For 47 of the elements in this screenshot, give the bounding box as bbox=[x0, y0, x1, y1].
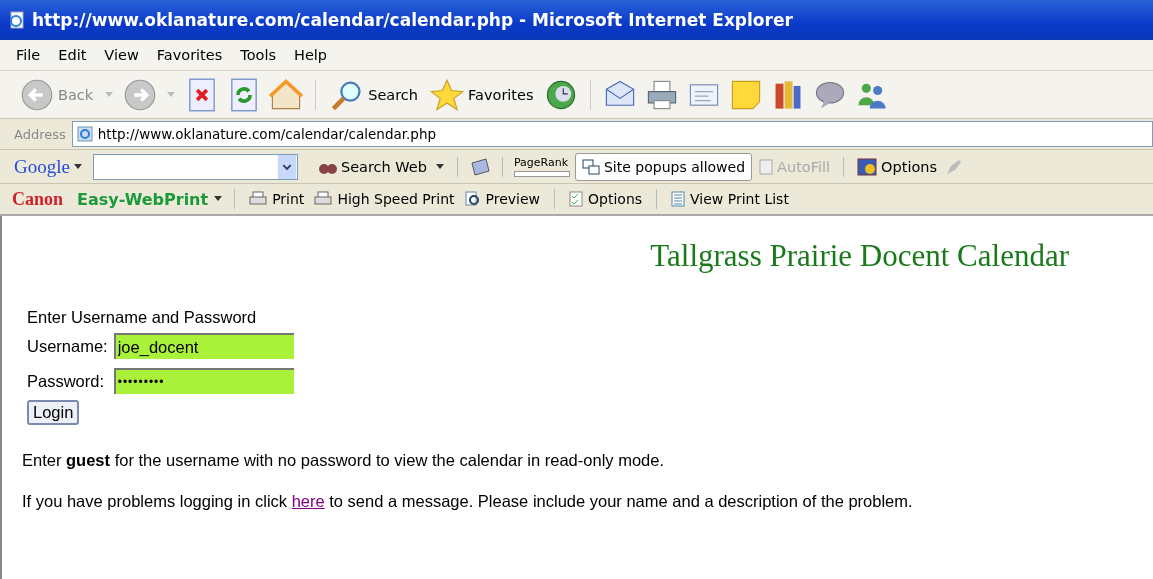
address-field[interactable]: http://www.oklanature.com/calendar/calendar.php bbox=[71, 121, 1153, 147]
printer-icon bbox=[249, 191, 268, 207]
print-toolbar-button[interactable]: View Print List bbox=[669, 191, 791, 207]
here-link[interactable]: here bbox=[291, 492, 325, 510]
home-icon[interactable] bbox=[269, 77, 304, 112]
page-icon bbox=[76, 126, 93, 142]
options-button[interactable]: Options bbox=[855, 157, 940, 176]
caret-icon bbox=[73, 163, 82, 170]
print-toolbar-button[interactable]: Options bbox=[567, 191, 645, 207]
magnifier-icon bbox=[464, 191, 481, 207]
menu-item[interactable]: Help bbox=[294, 47, 342, 63]
window-title: http://www.oklanature.com/calendar/calendar.php - Microsoft Internet Explorer bbox=[32, 10, 793, 30]
field-label: Password: bbox=[27, 371, 106, 391]
options-icon bbox=[857, 157, 878, 176]
print-toolbar-button[interactable]: High Speed Print bbox=[312, 191, 457, 207]
menu-item[interactable]: Tools bbox=[240, 47, 290, 63]
google-menu[interactable]: Google bbox=[14, 155, 82, 178]
menu-item[interactable]: Favorites bbox=[156, 47, 237, 63]
print-toolbar-button[interactable]: Print bbox=[247, 191, 307, 207]
favorites-button[interactable]: Favorites bbox=[428, 77, 536, 112]
pagerank-meter: PageRank bbox=[514, 156, 570, 177]
login-button[interactable]: Login bbox=[27, 400, 80, 425]
guest-note: Enter guest for the username with no password to view the calendar in read-only mode. bbox=[22, 451, 665, 470]
search-web-button[interactable]: Search Web bbox=[316, 158, 429, 175]
print-toolbar-button[interactable]: Preview bbox=[462, 191, 543, 207]
menu-item[interactable]: File bbox=[16, 47, 55, 63]
list-icon bbox=[671, 191, 686, 207]
page-heading: Tallgrass Prairie Docent Calendar bbox=[649, 237, 1070, 274]
field-label: Username: bbox=[27, 336, 108, 356]
address-label: Address bbox=[14, 126, 66, 142]
menu-item[interactable]: Edit bbox=[58, 47, 101, 63]
help-text: If you have problems logging in click here to send a message. Please include your name and a description of the problem. bbox=[22, 492, 914, 511]
search-field[interactable] bbox=[92, 153, 298, 180]
username-field[interactable]: joe_docent bbox=[113, 333, 294, 359]
password-field[interactable]: ••••••••• bbox=[113, 368, 294, 394]
page-icon bbox=[8, 11, 26, 29]
star-icon bbox=[430, 77, 465, 112]
form-title: Enter Username and Password bbox=[27, 308, 257, 327]
caret-icon[interactable] bbox=[436, 163, 444, 170]
search-button[interactable]: Search bbox=[328, 77, 421, 112]
popup-blocker-button[interactable]: Site popups allowed bbox=[575, 152, 753, 181]
menu-item[interactable]: View bbox=[104, 47, 153, 63]
caret-icon bbox=[214, 196, 223, 202]
windows-icon bbox=[582, 158, 600, 175]
checklist-icon bbox=[569, 191, 584, 207]
brand-logo: Canon bbox=[12, 188, 64, 210]
printer-icon bbox=[314, 191, 333, 207]
